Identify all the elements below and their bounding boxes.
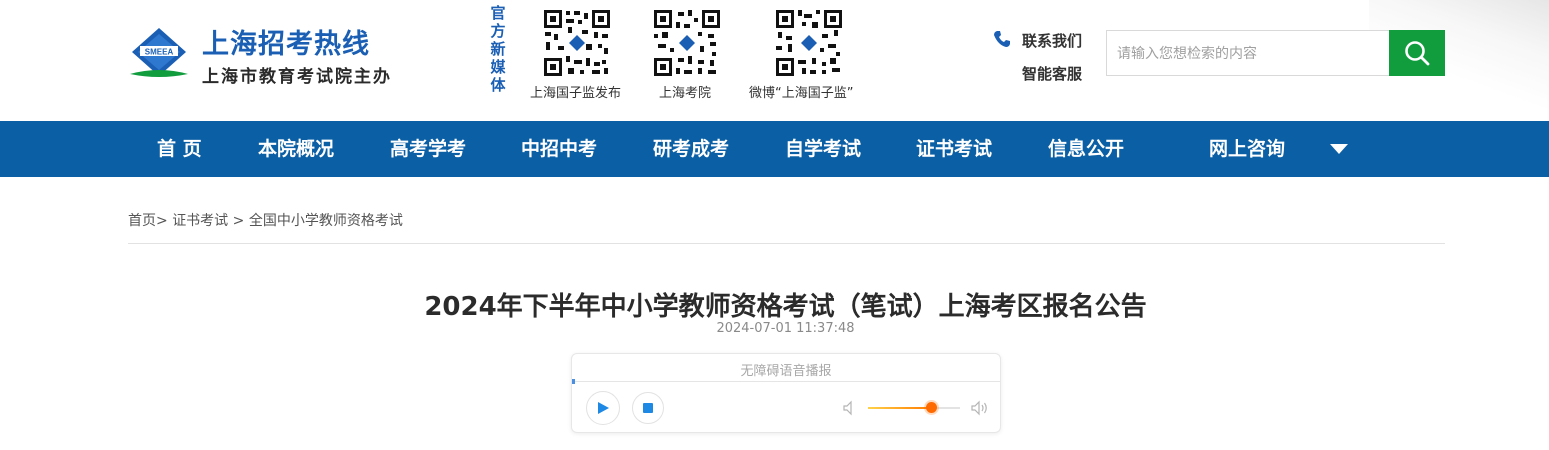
search-button[interactable] bbox=[1389, 30, 1445, 76]
volume-low-icon[interactable] bbox=[842, 400, 858, 416]
qr-caption: 微博“上海国子监” bbox=[749, 86, 854, 101]
main-nav: 首 页 本院概况 高考学考 中招中考 研考成考 自学考试 证书考试 信息公开 网… bbox=[0, 121, 1549, 177]
nav-item-zixue[interactable]: 自学考试 bbox=[785, 121, 861, 177]
contact-us-link[interactable]: 联系我们 bbox=[1022, 30, 1082, 51]
player-progress-fill bbox=[572, 379, 575, 384]
smart-service-link[interactable]: 智能客服 bbox=[1022, 63, 1082, 84]
search-icon bbox=[1405, 41, 1430, 66]
qr-code-icon[interactable] bbox=[652, 8, 722, 78]
logo-subtitle: 上海市教育考试院主办 bbox=[202, 67, 392, 87]
nav-item-certificate[interactable]: 证书考试 bbox=[916, 121, 992, 177]
article-date: 2024-07-01 11:37:48 bbox=[716, 321, 855, 336]
new-media-label: 官方新媒体 bbox=[490, 4, 506, 94]
nav-item-gaokao[interactable]: 高考学考 bbox=[390, 121, 466, 177]
qr-code-icon[interactable] bbox=[542, 8, 612, 78]
stop-button[interactable] bbox=[632, 392, 664, 424]
stop-icon bbox=[643, 403, 653, 413]
logo-badge-text: SMEEA bbox=[145, 48, 174, 57]
play-button[interactable] bbox=[586, 391, 620, 425]
breadcrumb-home[interactable]: 首页 bbox=[128, 213, 156, 229]
phone-icon bbox=[994, 31, 1010, 47]
logo-title: 上海招考热线 bbox=[202, 29, 370, 60]
qr-caption: 上海考院 bbox=[659, 86, 712, 101]
nav-item-consult[interactable]: 网上咨询 bbox=[1209, 121, 1285, 177]
site-logo[interactable]: SMEEA 上海招考热线 上海市教育考试院主办 bbox=[128, 22, 390, 88]
nav-item-about[interactable]: 本院概况 bbox=[258, 121, 334, 177]
qr-code-icon[interactable] bbox=[774, 8, 844, 78]
player-title: 无障碍语音播报 bbox=[740, 364, 832, 379]
site-header: SMEEA 上海招考热线 上海市教育考试院主办 官方新媒体 上海国子监发布 上海… bbox=[0, 0, 1549, 121]
volume-high-icon[interactable] bbox=[970, 399, 990, 417]
play-icon bbox=[598, 402, 609, 414]
breadcrumb-level1[interactable]: 证书考试 bbox=[172, 213, 228, 229]
nav-item-yankao[interactable]: 研考成考 bbox=[653, 121, 729, 177]
player-progress-track[interactable] bbox=[572, 381, 1000, 382]
logo-mark-icon: SMEEA bbox=[130, 28, 188, 77]
divider bbox=[128, 243, 1445, 244]
search-input[interactable] bbox=[1106, 30, 1390, 76]
article-title: 2024年下半年中小学教师资格考试（笔试）上海考区报名公告 bbox=[424, 292, 1147, 322]
volume-knob[interactable] bbox=[926, 402, 937, 413]
audio-player: 无障碍语音播报 bbox=[571, 353, 1001, 433]
breadcrumb-level2[interactable]: 全国中小学教师资格考试 bbox=[249, 213, 403, 229]
volume-fill bbox=[868, 407, 931, 409]
nav-item-zhongkao[interactable]: 中招中考 bbox=[521, 121, 597, 177]
qr-caption: 上海国子监发布 bbox=[530, 86, 622, 101]
breadcrumb: 首页> 证书考试 > 全国中小学教师资格考试 bbox=[128, 210, 403, 230]
nav-item-home[interactable]: 首 页 bbox=[157, 121, 202, 177]
breadcrumb-separator: > bbox=[228, 213, 249, 229]
breadcrumb-separator: > bbox=[156, 213, 173, 229]
chevron-down-icon[interactable] bbox=[1329, 143, 1349, 155]
nav-item-info[interactable]: 信息公开 bbox=[1048, 121, 1124, 177]
